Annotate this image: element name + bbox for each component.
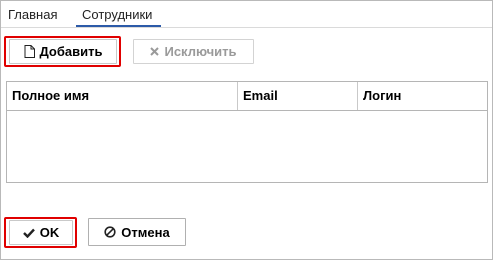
column-header-login[interactable]: Логин bbox=[358, 82, 487, 110]
tab-bar: Главная Сотрудники bbox=[1, 1, 492, 28]
dialog-window: Главная Сотрудники Добавить Исключить По… bbox=[0, 0, 493, 260]
exclude-button-label: Исключить bbox=[164, 44, 237, 59]
checkmark-icon bbox=[22, 228, 35, 238]
x-icon bbox=[150, 47, 160, 56]
ok-button-label: OK bbox=[39, 225, 60, 240]
tab-employees[interactable]: Сотрудники bbox=[82, 6, 152, 23]
cancel-button[interactable]: Отмена bbox=[88, 218, 186, 246]
exclude-button[interactable]: Исключить bbox=[133, 39, 254, 64]
cancel-button-label: Отмена bbox=[121, 224, 170, 240]
document-icon bbox=[24, 45, 35, 58]
add-button[interactable]: Добавить bbox=[9, 39, 117, 64]
cancel-circle-icon bbox=[104, 226, 116, 238]
column-header-fullname[interactable]: Полное имя bbox=[7, 82, 238, 110]
ok-button[interactable]: OK bbox=[9, 220, 73, 245]
add-button-label: Добавить bbox=[39, 44, 103, 59]
tab-main[interactable]: Главная bbox=[8, 6, 57, 23]
table-header: Полное имя Email Логин bbox=[7, 82, 487, 111]
employees-table: Полное имя Email Логин bbox=[6, 81, 488, 183]
tab-bar-divider bbox=[1, 27, 492, 28]
column-header-email[interactable]: Email bbox=[238, 82, 358, 110]
